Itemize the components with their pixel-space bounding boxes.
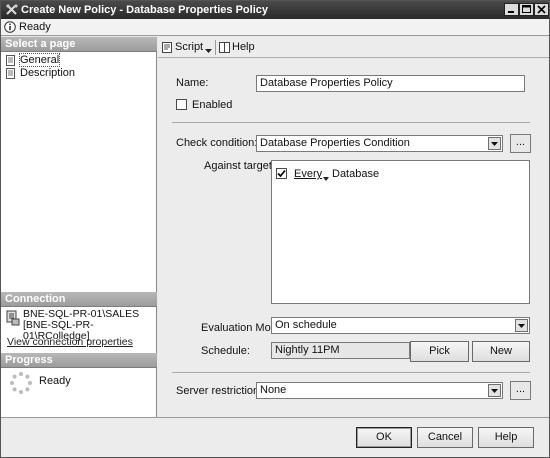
targets-list: Every Database	[271, 160, 530, 304]
pick-schedule-button[interactable]: Pick	[410, 341, 469, 362]
target-qualifier-link[interactable]: Every	[294, 168, 322, 180]
enabled-label: Enabled	[192, 99, 233, 111]
progress-status: Ready	[39, 375, 71, 387]
server-connection-icon	[6, 310, 20, 326]
info-icon	[4, 21, 16, 33]
page-item-label: General	[18, 53, 61, 67]
against-targets-label: Against targets:	[204, 160, 281, 172]
ok-button[interactable]: OK	[356, 427, 412, 448]
script-icon	[161, 41, 174, 54]
page-item-general[interactable]: General	[5, 53, 153, 67]
maximize-button[interactable]	[519, 3, 534, 16]
policy-scroll-icon	[5, 3, 19, 17]
check-condition-select[interactable]: Database Properties Condition	[256, 135, 503, 152]
page-icon	[5, 68, 16, 79]
page-icon	[5, 55, 16, 66]
toolbar: Script Help	[158, 37, 549, 58]
server-restriction-label: Server restriction:	[176, 385, 263, 397]
check-condition-label: Check condition:	[176, 137, 258, 149]
server-restriction-select[interactable]: None	[256, 382, 503, 399]
general-page-content: Name: Database Properties Policy Enabled…	[158, 59, 549, 417]
server-restriction-browse-button[interactable]: ...	[510, 381, 531, 400]
check-condition-value: Database Properties Condition	[260, 137, 410, 149]
new-schedule-button[interactable]: New	[472, 341, 530, 362]
server-restriction-value: None	[260, 384, 287, 396]
view-connection-properties-link[interactable]: View connection properties	[7, 336, 133, 348]
schedule-field: Nightly 11PM	[271, 342, 410, 359]
help-toolbar-button[interactable]: Help	[218, 40, 258, 55]
cancel-button[interactable]: Cancel	[417, 427, 473, 448]
evaluation-mode-value: On schedule	[275, 319, 337, 331]
status-text: Ready	[19, 21, 51, 33]
check-condition-browse-button[interactable]: ...	[510, 134, 531, 153]
chevron-down-icon	[488, 384, 501, 397]
enabled-checkbox[interactable]	[176, 99, 187, 110]
title-bar: Create New Policy - Database Properties …	[1, 1, 549, 19]
schedule-label: Schedule:	[201, 345, 250, 357]
chevron-down-icon	[323, 172, 329, 184]
page-item-description[interactable]: Description	[5, 67, 153, 80]
script-label: Script	[175, 41, 204, 53]
policy-dialog-window: Create New Policy - Database Properties …	[0, 0, 550, 458]
minimize-button[interactable]	[504, 3, 519, 16]
window-title: Create New Policy - Database Properties …	[21, 4, 268, 16]
progress-spinner-icon	[9, 371, 33, 395]
script-button[interactable]: Script	[161, 40, 213, 55]
divider	[172, 122, 530, 123]
target-checkbox[interactable]	[276, 168, 287, 179]
page-item-label: Description	[20, 67, 76, 79]
select-page-header: Select a page	[1, 37, 157, 52]
help-label: Help	[232, 41, 255, 53]
chevron-down-icon	[205, 45, 212, 57]
toolbar-separator	[215, 40, 216, 55]
evaluation-mode-select[interactable]: On schedule	[271, 317, 530, 334]
connection-header: Connection	[1, 292, 157, 307]
divider	[172, 372, 530, 373]
name-label: Name:	[176, 77, 209, 89]
progress-header: Progress	[1, 353, 157, 368]
chevron-down-icon	[515, 319, 528, 332]
close-button[interactable]	[534, 3, 549, 16]
dialog-status-bar: Ready	[1, 19, 549, 36]
name-input[interactable]: Database Properties Policy	[256, 75, 525, 92]
help-book-icon	[218, 41, 231, 54]
target-object-label: Database	[332, 168, 380, 180]
left-pane: Select a page General Description Connec…	[1, 37, 157, 417]
dialog-button-bar: OK Cancel Help	[1, 417, 549, 457]
help-button[interactable]: Help	[478, 427, 534, 448]
chevron-down-icon	[488, 137, 501, 150]
